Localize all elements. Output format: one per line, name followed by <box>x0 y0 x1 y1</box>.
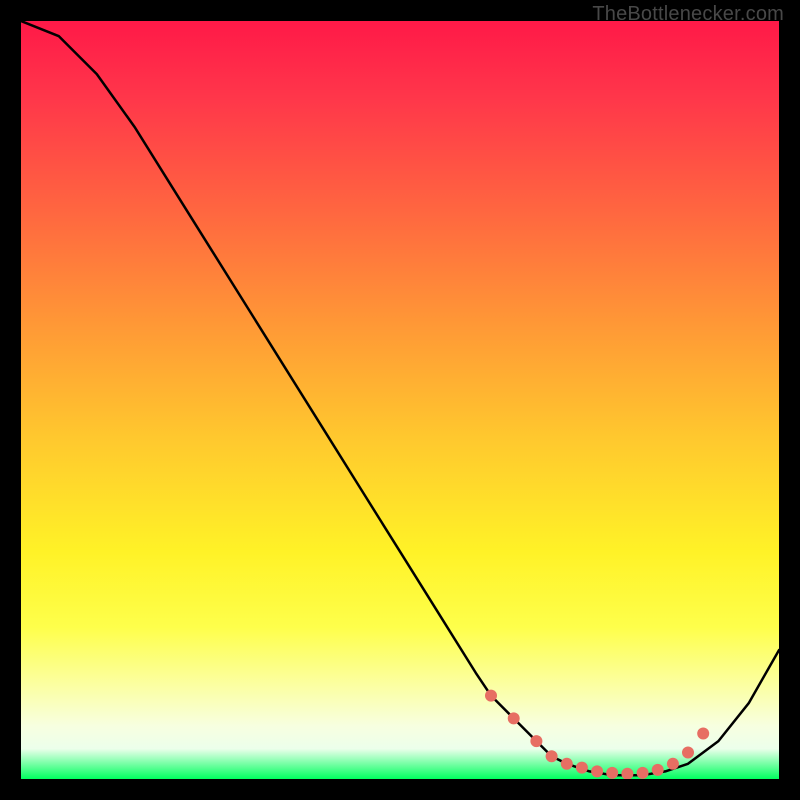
highlight-dot <box>697 728 709 740</box>
highlight-dot <box>682 747 694 759</box>
bottleneck-curve <box>21 21 779 775</box>
highlight-dot <box>508 712 520 724</box>
highlight-dot <box>606 767 618 779</box>
highlight-dot <box>667 758 679 770</box>
highlight-dot <box>652 764 664 776</box>
highlight-dot <box>530 735 542 747</box>
highlight-dots <box>485 690 709 779</box>
highlight-dot <box>576 762 588 774</box>
highlight-dot <box>561 758 573 770</box>
chart-frame: TheBottlenecker.com <box>0 0 800 800</box>
watermark: TheBottlenecker.com <box>592 3 784 26</box>
highlight-dot <box>546 750 558 762</box>
highlight-dot <box>637 767 649 779</box>
highlight-dot <box>591 765 603 777</box>
chart-svg <box>21 21 779 779</box>
highlight-dot <box>485 690 497 702</box>
plot-area <box>21 21 779 779</box>
highlight-dot <box>621 768 633 779</box>
